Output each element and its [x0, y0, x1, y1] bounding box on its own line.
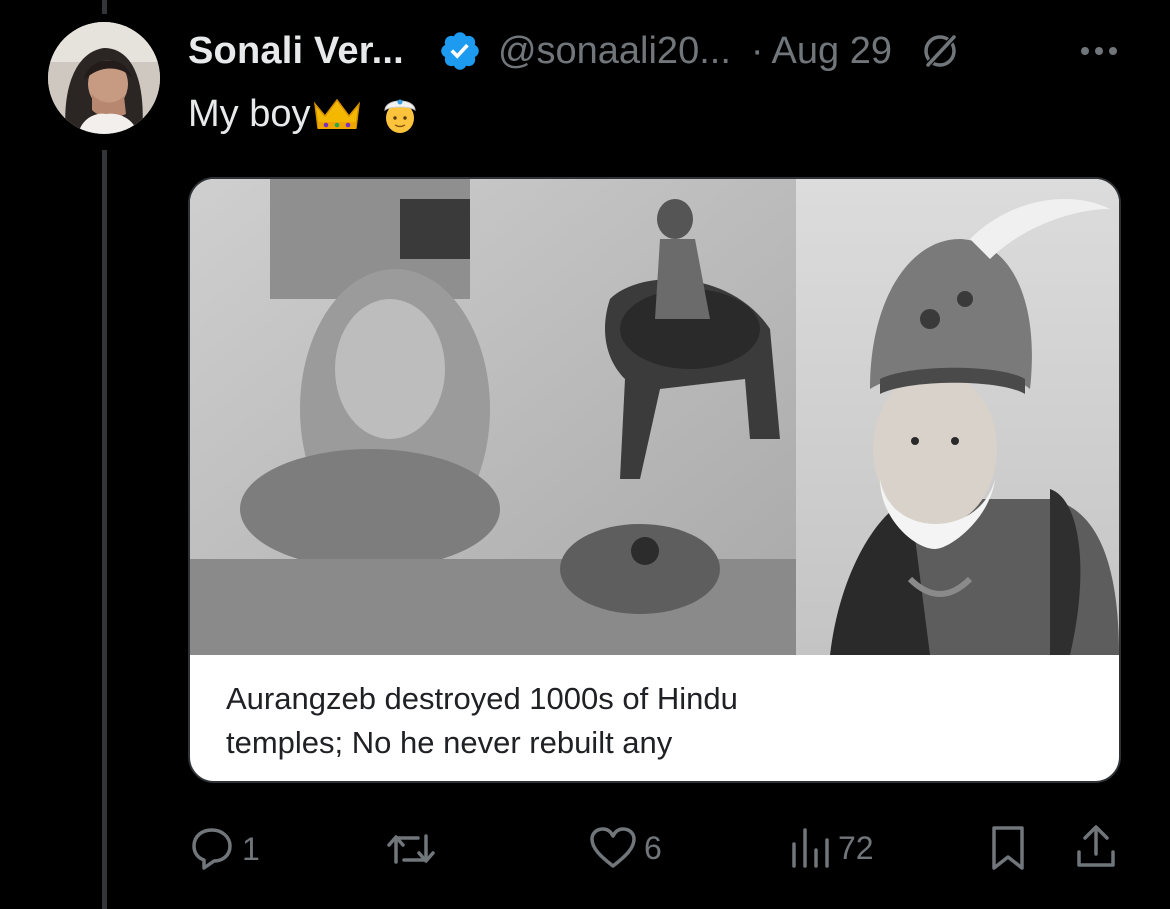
bookmark-icon [988, 824, 1028, 872]
views-count: 72 [838, 829, 874, 866]
media-caption-line-1: Aurangzeb destroyed 1000s of Hindu [226, 681, 738, 716]
post-text: My boy [188, 92, 420, 136]
person-wearing-turban-emoji-icon [380, 92, 420, 136]
share-icon [1074, 822, 1118, 870]
bookmark-button[interactable] [988, 824, 1028, 872]
views-icon [788, 826, 832, 870]
thread-line-bottom [102, 150, 107, 909]
views-button[interactable]: 72 [788, 826, 874, 870]
media-caption-line-2: temples; No he never rebuilt any [226, 725, 673, 760]
like-count: 6 [644, 829, 662, 866]
header-separator: · [750, 29, 764, 72]
media-card[interactable]: Aurangzeb destroyed 1000s of Hindu templ… [188, 177, 1121, 783]
thread-line-top [102, 0, 107, 14]
post-header: Sonali Ver... @sonaali20... · Aug 29 [188, 26, 962, 76]
like-button[interactable]: 6 [588, 826, 662, 870]
crown-emoji-icon [312, 96, 362, 132]
media-caption: Aurangzeb destroyed 1000s of Hindu templ… [226, 677, 866, 765]
repost-icon [384, 828, 438, 870]
heart-icon [588, 826, 638, 870]
more-icon[interactable] [1077, 38, 1121, 64]
author-name[interactable]: Sonali Ver... [188, 30, 404, 73]
author-handle[interactable]: @sonaali20... [498, 30, 731, 73]
reply-count: 1 [242, 830, 260, 867]
reply-button[interactable]: 1 [188, 826, 260, 872]
action-bar: 1 6 72 [0, 820, 1170, 876]
share-button[interactable] [1074, 822, 1118, 870]
verified-badge-icon[interactable] [438, 29, 482, 73]
post-date[interactable]: Aug 29 [772, 30, 892, 73]
avatar[interactable] [48, 22, 160, 134]
reply-icon [188, 826, 236, 872]
grok-icon[interactable] [918, 29, 962, 73]
repost-button[interactable] [384, 828, 444, 870]
media-image[interactable] [190, 179, 1119, 655]
post-text-content: My boy [188, 92, 311, 135]
